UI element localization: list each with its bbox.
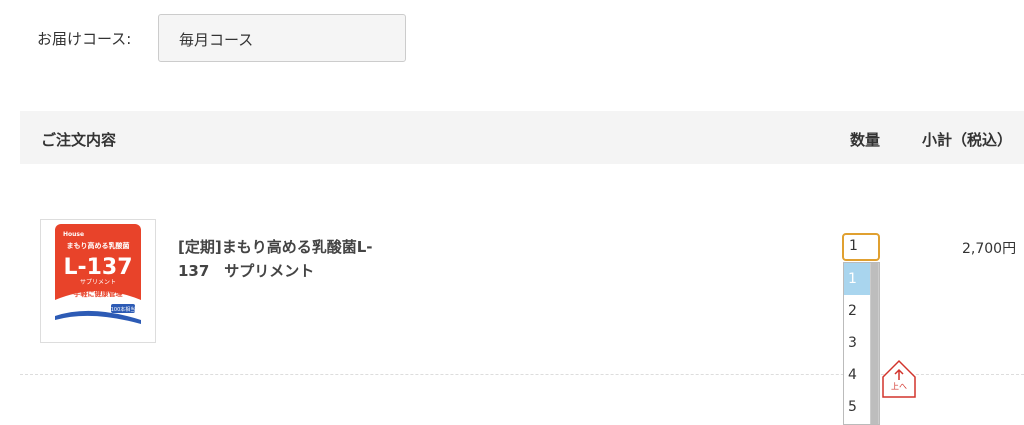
svg-text:まもり高める乳酸菌: まもり高める乳酸菌 <box>67 241 130 250</box>
quantity-heading: 数量 <box>850 131 881 149</box>
product-name-line-2: 137 サプリメント <box>178 262 315 280</box>
svg-text:手軽に健康管理: 手軽に健康管理 <box>74 289 123 298</box>
subtotal-heading: 小計（税込） <box>922 131 1013 149</box>
product-name-line-1: [定期]まもり高める乳酸菌L- <box>178 238 373 256</box>
up-arrow-house-icon <box>882 359 916 398</box>
quantity-option[interactable]: 2 <box>844 295 872 327</box>
svg-text:L-137: L-137 <box>63 255 132 280</box>
product-package-illustration: House まもり高める乳酸菌 L-137 サプリメント 手軽に健康管理 100… <box>55 224 141 338</box>
back-to-top-button[interactable]: 上へ <box>879 359 919 399</box>
dropdown-scrollbar[interactable] <box>870 263 879 424</box>
dropdown-scroll-thumb[interactable] <box>871 263 878 424</box>
item-subtotal: 2,700円 <box>962 241 1017 257</box>
quantity-option[interactable]: 5 <box>844 391 872 423</box>
quantity-dropdown-list[interactable]: 1 2 3 4 5 <box>843 262 880 425</box>
back-to-top-label: 上へ <box>891 382 907 391</box>
order-contents-heading: ご注文内容 <box>41 131 117 149</box>
quantity-option[interactable]: 3 <box>844 327 872 359</box>
svg-text:House: House <box>63 231 84 238</box>
svg-text:サプリメント: サプリメント <box>80 279 116 286</box>
quantity-select[interactable]: 1 <box>842 233 880 261</box>
delivery-course-label: お届けコース: <box>37 30 132 48</box>
product-name[interactable]: [定期]まもり高める乳酸菌L- 137 サプリメント <box>178 235 388 283</box>
quantity-option[interactable]: 1 <box>844 263 872 295</box>
delivery-course-field[interactable]: 毎月コース <box>158 14 406 62</box>
order-table-header: ご注文内容 数量 小計（税込） <box>20 111 1024 164</box>
svg-text:100本相当: 100本相当 <box>111 306 136 313</box>
product-image[interactable]: House まもり高める乳酸菌 L-137 サプリメント 手軽に健康管理 100… <box>40 219 156 343</box>
quantity-option[interactable]: 4 <box>844 359 872 391</box>
